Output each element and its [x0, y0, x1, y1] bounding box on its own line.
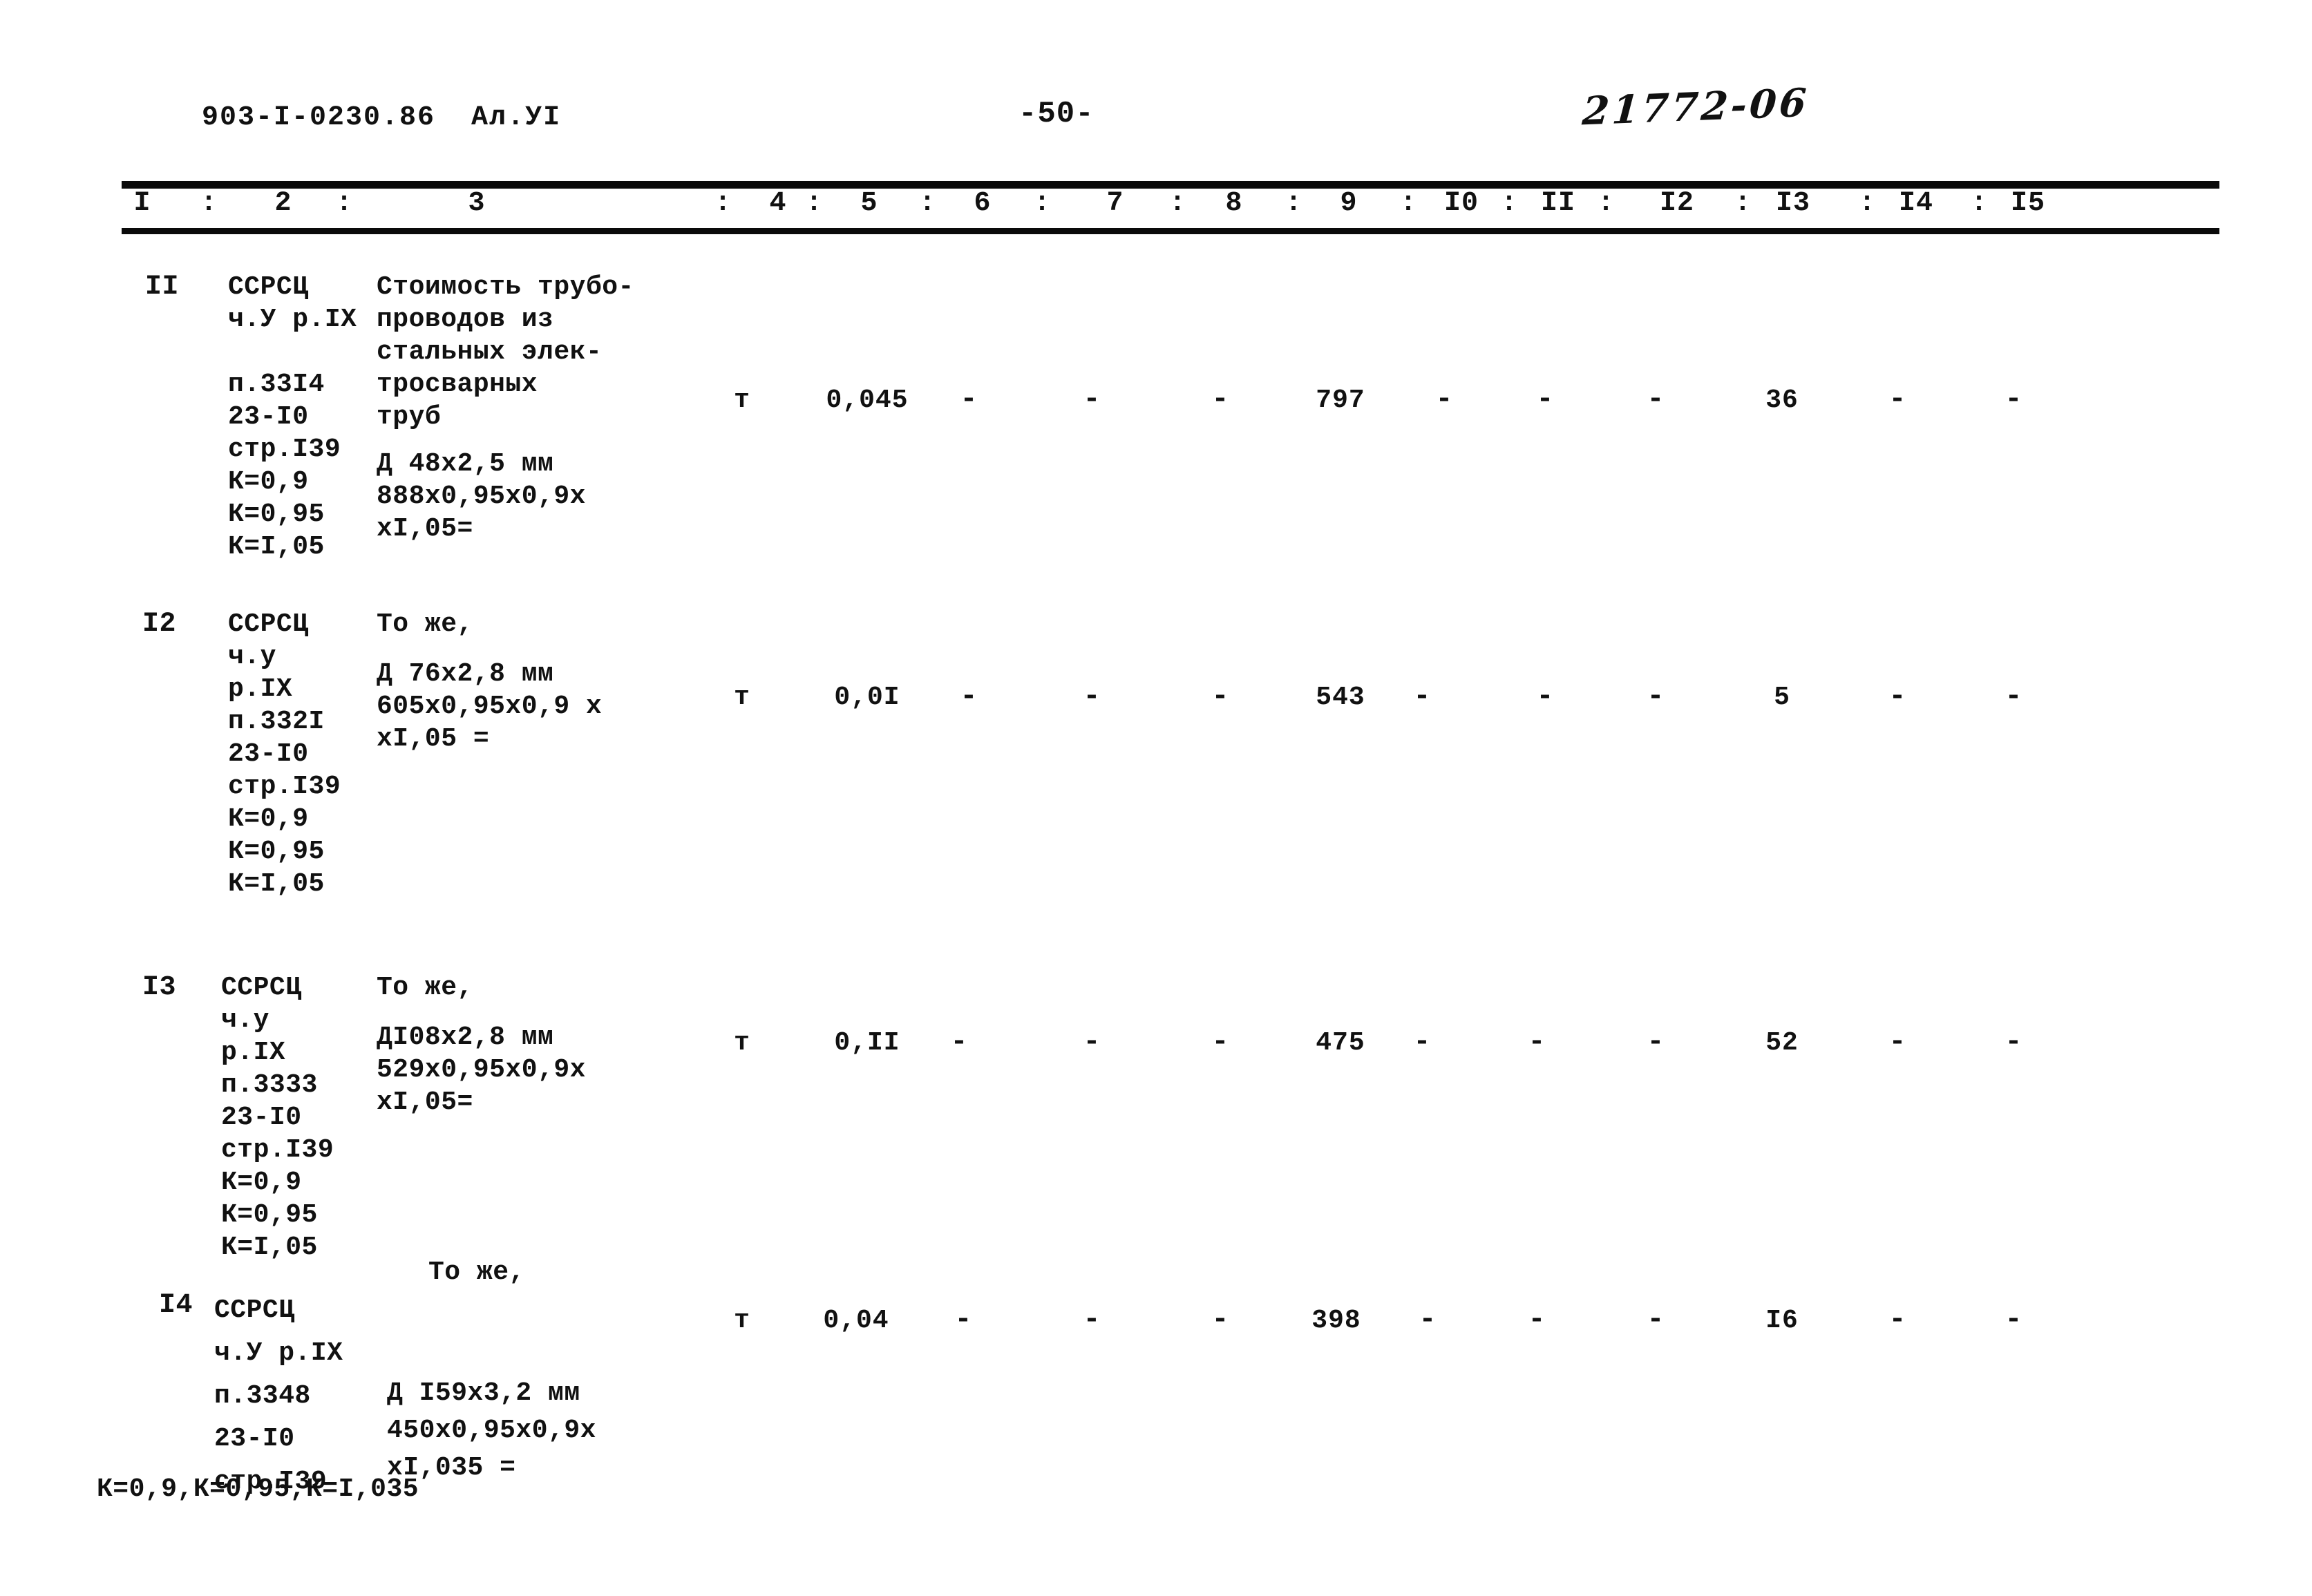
table-cell-7: - [1083, 383, 1101, 416]
table-row-position: I3 [142, 972, 177, 1003]
table-cell-11: - [1536, 383, 1554, 416]
column-separator: : [1598, 188, 1615, 219]
table-cell-10: - [1413, 1025, 1431, 1058]
table-row-quantity: 0,II [834, 1028, 900, 1058]
column-header-8: 8 [1225, 188, 1243, 219]
column-header-15: I5 [2010, 188, 2045, 219]
handwritten-annotation: 21772-06 [1580, 79, 1811, 135]
table-row-justification: ССРСЦ ч.у р.IX п.3333 23-I0 стр.I39 К=0,… [221, 973, 334, 1262]
table-cell-7: - [1083, 680, 1101, 713]
table-cell-7: - [1083, 1303, 1101, 1336]
table-cell-11: - [1528, 1025, 1546, 1058]
column-separator: : [919, 188, 936, 219]
column-header-13: I3 [1775, 188, 1810, 219]
table-row-calculation: Д 76х2,8 мм 605х0,95х0,9 х хI,05 = [377, 659, 603, 754]
column-header-5: 5 [860, 188, 878, 219]
table-row-unit: т [734, 386, 750, 415]
table-cell-15: - [2005, 1303, 2022, 1336]
table-cell-7: - [1083, 1025, 1101, 1058]
table-cell-13: I6 [1765, 1306, 1799, 1336]
table-row-calculation: ДI08х2,8 мм 529х0,95х0,9х хI,05= [377, 1023, 586, 1117]
column-header-3: 3 [468, 188, 486, 219]
table-cell-8: - [1211, 1303, 1229, 1336]
table-cell-12: - [1647, 383, 1665, 416]
table-cell-15: - [2005, 383, 2022, 416]
column-separator: : [1285, 188, 1302, 219]
column-header-14: I4 [1898, 188, 1933, 219]
column-header-2: 2 [274, 188, 292, 219]
column-header-12: I2 [1659, 188, 1694, 219]
table-row-justification: ССРСЦ ч.у р.IX п.332I 23-I0 стр.I39 К=0,… [228, 609, 341, 899]
column-header-6: 6 [974, 188, 992, 219]
table-cell-6: - [960, 383, 978, 416]
table-cell-8: - [1211, 1025, 1229, 1058]
column-header-9: 9 [1340, 188, 1358, 219]
table-row-position: I2 [142, 609, 177, 640]
page-number: -50- [1018, 97, 1095, 131]
table-cell-14: - [1888, 1303, 1906, 1336]
column-header-4: 4 [769, 188, 787, 219]
document-page: 903-I-0230.86 Ал.УI -50- 21772-06 I : 2 … [0, 0, 2312, 1596]
column-header-1: I [133, 188, 151, 219]
table-cell-12: - [1647, 1303, 1665, 1336]
table-row-description: Стоимость трубо- проводов из стальных эл… [377, 272, 634, 432]
column-separator: : [1859, 188, 1876, 219]
column-separator: : [1501, 188, 1518, 219]
table-row-quantity: 0,045 [826, 386, 909, 415]
table-cell-9: 398 [1311, 1306, 1361, 1336]
column-separator: : [1971, 188, 1988, 219]
table-cell-6: - [950, 1025, 968, 1058]
table-row-justification: ССРСЦ ч.У р.IX п.3348 23-I0 стр.I39 [214, 1295, 343, 1497]
table-row-unit: т [734, 1306, 750, 1336]
column-separator: : [1169, 188, 1186, 219]
table-cell-14: - [1888, 383, 1906, 416]
table-row-description: То же, [428, 1257, 525, 1287]
table-cell-15: - [2005, 1025, 2022, 1058]
table-row-unit: т [734, 683, 750, 712]
table-cell-9: 543 [1316, 683, 1365, 712]
table-row-calculation: Д I59х3,2 мм 450х0,95х0,9х хI,035 = [387, 1378, 596, 1483]
table-row-description: То же, [377, 973, 473, 1003]
table-cell-15: - [2005, 680, 2022, 713]
table-cell-14: - [1888, 1025, 1906, 1058]
column-header-10: I0 [1443, 188, 1479, 219]
table-cell-10: - [1413, 680, 1431, 713]
table-cell-10: - [1435, 383, 1453, 416]
table-row-position: I4 [159, 1290, 193, 1321]
table-cell-8: - [1211, 383, 1229, 416]
table-cell-6: - [960, 680, 978, 713]
table-row-description: То же, [377, 609, 473, 639]
document-code: 903-I-0230.86 Ал.УI [202, 102, 562, 133]
table-row-justification: ССРСЦ ч.У р.IX п.33I4 23-I0 стр.I39 К=0,… [228, 272, 357, 562]
table-cell-9: 797 [1316, 386, 1365, 415]
column-separator: : [806, 188, 823, 219]
table-row-calculation: Д 48х2,5 мм 888х0,95х0,9х хI,05= [377, 449, 586, 544]
column-separator: : [1400, 188, 1417, 219]
table-row-quantity: 0,0I [834, 683, 900, 712]
table-cell-9: 475 [1316, 1028, 1365, 1058]
table-cell-12: - [1647, 680, 1665, 713]
column-header-7: 7 [1106, 188, 1124, 219]
column-separator: : [200, 188, 218, 219]
column-separator: : [1034, 188, 1051, 219]
table-row-justification-coefficients: К=0,9,К=0,95,К=I,035 [97, 1474, 419, 1504]
column-separator: : [714, 188, 732, 219]
table-cell-13: 52 [1765, 1028, 1799, 1058]
column-separator: : [336, 188, 353, 219]
table-cell-10: - [1419, 1303, 1437, 1336]
table-cell-11: - [1536, 680, 1554, 713]
table-row-quantity: 0,04 [823, 1306, 889, 1336]
table-cell-6: - [954, 1303, 972, 1336]
table-cell-11: - [1528, 1303, 1546, 1336]
table-cell-8: - [1211, 680, 1229, 713]
table-cell-12: - [1647, 1025, 1665, 1058]
table-header-rule [122, 228, 2219, 234]
table-cell-14: - [1888, 680, 1906, 713]
column-separator: : [1734, 188, 1752, 219]
table-cell-13: 5 [1774, 683, 1790, 712]
column-header-11: II [1540, 188, 1575, 219]
table-row-position: II [145, 272, 180, 303]
table-row-unit: т [734, 1028, 750, 1058]
table-cell-13: 36 [1765, 386, 1799, 415]
